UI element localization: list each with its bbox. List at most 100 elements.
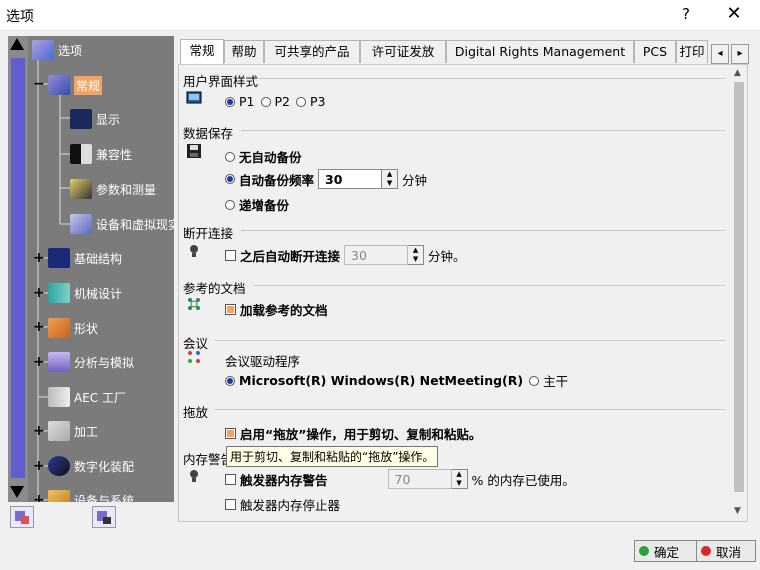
option-enable-drag-drop[interactable]: 启用“拖放”操作，用于剪切、复制和粘贴。 — [225, 424, 481, 443]
scroll-up-icon[interactable]: ▲ — [734, 68, 741, 78]
option-incremental-backup[interactable]: 递增备份 — [225, 195, 289, 214]
disconnect-stepper[interactable]: 30 ▲ ▼ — [344, 245, 425, 265]
checkbox-memory-stopper[interactable] — [225, 499, 236, 510]
section-referenced-docs: 参考的文档 — [183, 281, 246, 296]
expand-icon[interactable]: + — [33, 320, 45, 334]
tree-item-analysis[interactable]: 分析与模拟 — [48, 350, 134, 374]
tab-help[interactable]: 帮助 — [224, 40, 264, 63]
divider — [253, 285, 725, 286]
radio-incremental[interactable] — [225, 199, 235, 210]
window-title: 选项 — [6, 9, 34, 25]
auto-backup-value[interactable]: 30 — [318, 169, 383, 189]
bulb-icon — [190, 470, 198, 482]
radio-backbone[interactable] — [529, 375, 540, 386]
radio-p1[interactable] — [225, 96, 235, 107]
tree-tool-button-2[interactable] — [92, 506, 116, 528]
tree-item-aec[interactable]: AEC 工厂 — [48, 385, 126, 409]
radio-netmeeting[interactable] — [225, 375, 235, 386]
tab-drm[interactable]: Digital Rights Management — [446, 40, 634, 63]
memory-stepper[interactable]: 70 ▲ ▼ — [387, 469, 468, 489]
tree-item-mechanical[interactable]: 机械设计 — [48, 281, 122, 305]
tab-general[interactable]: 常规 — [180, 39, 224, 65]
tab-next-icon[interactable]: ▸ — [731, 44, 749, 64]
tree-item-infrastructure[interactable]: 基础结构 — [48, 246, 122, 270]
stepper-up-icon[interactable]: ▲ — [408, 246, 423, 255]
divider — [241, 130, 725, 131]
scroll-down-icon[interactable]: ▼ — [734, 506, 741, 516]
divider — [215, 340, 725, 341]
compatibility-icon — [70, 144, 92, 164]
stepper-down-icon[interactable]: ▼ — [382, 179, 397, 188]
options-tree: 选项 常规 显示 兼容性 参数和测量 设备和虚拟现实 基础结构 机械设计 形状 … — [8, 36, 174, 502]
cancel-icon — [701, 546, 711, 556]
radio-p2[interactable] — [260, 96, 271, 107]
expand-icon[interactable]: + — [33, 355, 45, 369]
tab-shareable-products[interactable]: 可共享的产品 — [264, 40, 360, 63]
general-tab-content: 用户界面样式 P1 P2 P3 数据保存 无自动备份 自动备份频率 30 ▲ ▼ … — [178, 64, 748, 522]
radio-no-auto[interactable] — [225, 151, 235, 162]
disconnect-value[interactable]: 30 — [344, 245, 409, 265]
checkbox-memory-warning[interactable] — [225, 473, 236, 485]
display-icon — [70, 109, 92, 129]
help-icon[interactable]: ? — [676, 5, 696, 23]
stepper-down-icon[interactable]: ▼ — [452, 479, 467, 488]
meeting-driver-options: Microsoft(R) Windows(R) NetMeeting(R) 主干 — [225, 371, 568, 390]
tree-item-assembly[interactable]: 数字化装配 — [48, 454, 134, 478]
monitor-icon — [186, 91, 202, 104]
linked-docs-icon — [188, 298, 200, 310]
expand-icon[interactable]: + — [33, 424, 45, 438]
parameters-icon — [70, 179, 92, 199]
options-panel: 常规 帮助 可共享的产品 许可证发放 Digital Rights Manage… — [176, 36, 752, 522]
tab-prev-icon[interactable]: ◂ — [711, 44, 729, 64]
section-ui-style: 用户界面样式 — [183, 74, 259, 89]
tree-item-general[interactable]: 常规 — [48, 73, 103, 97]
close-icon[interactable]: ✕ — [722, 3, 746, 24]
tree-item-options[interactable]: 选项 — [32, 38, 82, 62]
tab-licensing[interactable]: 许可证发放 — [360, 40, 446, 63]
expand-icon[interactable]: + — [33, 286, 45, 300]
stepper-up-icon[interactable]: ▲ — [452, 470, 467, 479]
radio-p3[interactable] — [296, 96, 306, 107]
radio-auto-freq[interactable] — [225, 174, 235, 184]
checkbox-auto-disconnect[interactable] — [225, 249, 236, 261]
stepper-up-icon[interactable]: ▲ — [382, 170, 397, 179]
tree-item-devices[interactable]: 设备和虚拟现实 — [70, 212, 174, 236]
tree-item-parameters[interactable]: 参数和测量 — [70, 177, 156, 201]
panel-scrollbar[interactable]: ▲ ▼ — [731, 66, 747, 520]
tree-item-machining[interactable]: 加工 — [48, 419, 98, 443]
drag-drop-tooltip: 用于剪切、复制和粘贴的“拖放”操作。 — [226, 446, 439, 467]
section-drag-drop: 拖放 — [183, 405, 209, 420]
divider — [215, 409, 725, 410]
cancel-button[interactable]: 取消 — [696, 540, 756, 562]
expand-icon[interactable]: + — [33, 493, 45, 502]
checkbox-load-referenced[interactable] — [225, 304, 236, 315]
expand-icon[interactable]: + — [33, 251, 45, 265]
option-load-referenced[interactable]: 加载参考的文档 — [225, 300, 328, 319]
equipment-icon — [48, 490, 70, 502]
tree-item-compatibility[interactable]: 兼容性 — [70, 142, 132, 166]
tree-item-shape[interactable]: 形状 — [48, 316, 98, 340]
tree-settings-icon — [15, 511, 29, 524]
collapse-icon[interactable]: − — [33, 77, 45, 91]
checkbox-enable-drag-drop[interactable] — [225, 428, 236, 439]
option-no-auto-backup[interactable]: 无自动备份 — [225, 147, 302, 166]
tree-item-equipment[interactable]: 设备与系统 — [48, 488, 134, 502]
ok-button[interactable]: 确定 — [634, 540, 698, 562]
panel-scroll-thumb[interactable] — [734, 82, 744, 492]
auto-backup-stepper[interactable]: 30 ▲ ▼ — [318, 169, 399, 189]
tree-tool-button[interactable] — [10, 506, 34, 528]
option-memory-stopper[interactable]: 触发器内存停止器 — [225, 495, 340, 514]
devices-icon — [70, 214, 92, 234]
memory-value[interactable]: 70 — [387, 469, 452, 489]
option-auto-backup[interactable]: 自动备份频率 30 ▲ ▼ 分钟 — [225, 169, 427, 189]
meeting-driver-label: 会议驱动程序 — [225, 354, 301, 369]
expand-icon[interactable]: + — [33, 459, 45, 473]
assembly-icon — [48, 456, 70, 476]
title-bar: 选项 ? ✕ — [0, 0, 760, 31]
divider — [259, 78, 725, 79]
tab-print[interactable]: 打印 — [676, 40, 708, 63]
stepper-down-icon[interactable]: ▼ — [408, 255, 423, 264]
tree-item-display[interactable]: 显示 — [70, 107, 120, 131]
tab-pcs[interactable]: PCS — [634, 40, 676, 63]
tree-lock-icon — [97, 511, 111, 524]
